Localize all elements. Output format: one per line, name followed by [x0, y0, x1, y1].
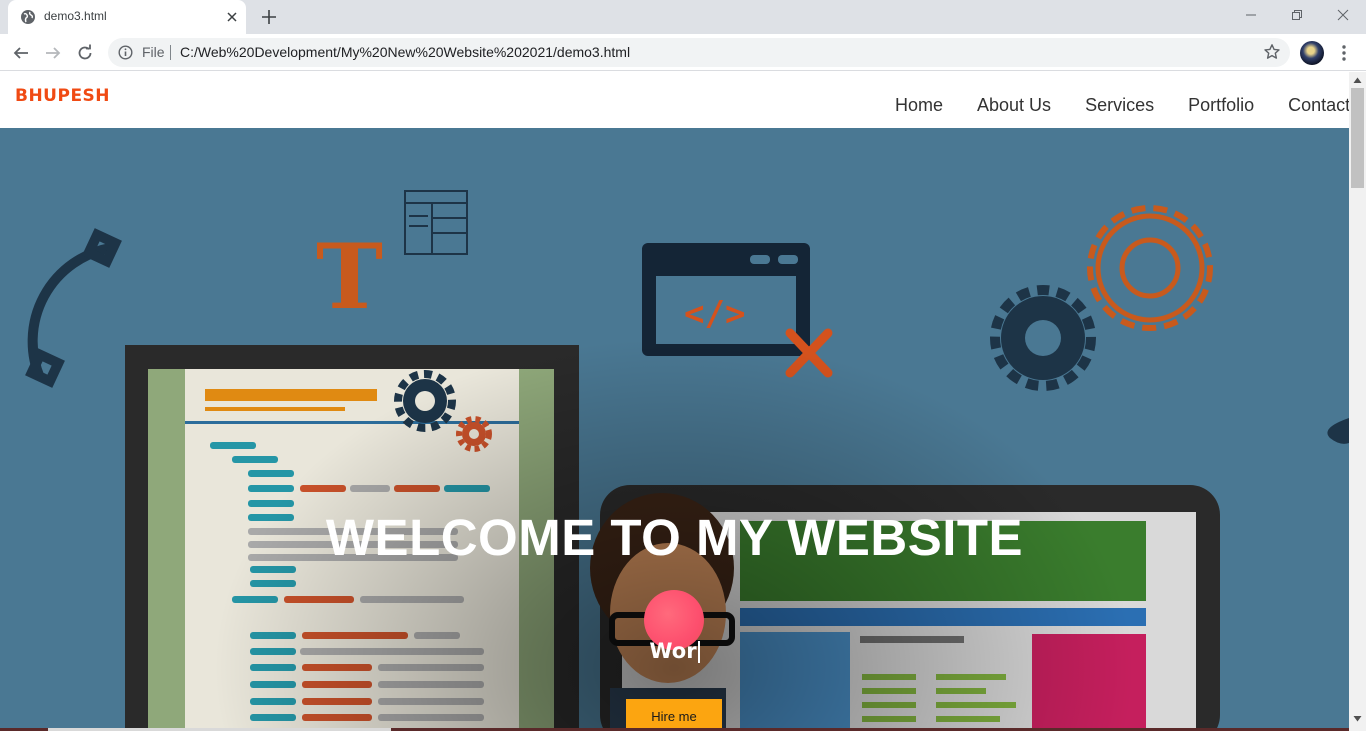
profile-avatar[interactable]	[1300, 41, 1324, 65]
globe-icon	[21, 10, 35, 24]
page-viewport: BHUPESH Home About Us Services Portfolio…	[0, 72, 1349, 731]
restore-icon	[1292, 10, 1302, 20]
forward-button[interactable]	[42, 42, 64, 64]
star-icon[interactable]	[1263, 43, 1281, 61]
reload-icon	[78, 44, 92, 60]
site-logo[interactable]: BHUPESH	[15, 86, 110, 106]
plus-icon[interactable]	[260, 8, 278, 26]
scrollbar-thumb[interactable]	[1351, 88, 1364, 188]
close-icon[interactable]	[224, 9, 240, 25]
text-cursor	[697, 641, 700, 663]
window-close-button[interactable]	[1320, 0, 1366, 30]
info-icon[interactable]	[118, 45, 133, 60]
minimize-button[interactable]	[1228, 0, 1274, 30]
kebab-icon[interactable]	[1336, 43, 1352, 63]
hero-title: WELCOME TO MY WEBSITE	[325, 509, 1024, 566]
back-button[interactable]	[10, 42, 32, 64]
nav-item-services[interactable]: Services	[1085, 95, 1154, 116]
reload-button[interactable]	[74, 42, 96, 64]
typed-text: Wor	[0, 639, 1349, 663]
tab-strip: demo3.html	[0, 0, 1366, 34]
browser-toolbar: File C:/Web%20Development/My%20New%20Web…	[0, 34, 1366, 71]
nav-item-home[interactable]: Home	[895, 95, 943, 116]
page-scrollbar[interactable]	[1349, 72, 1366, 731]
minimize-icon	[1246, 14, 1256, 16]
nav-item-about[interactable]: About Us	[977, 95, 1051, 116]
address-bar[interactable]: File C:/Web%20Development/My%20New%20Web…	[108, 38, 1290, 67]
typed-text-value: Wor	[649, 639, 697, 663]
scroll-up-icon[interactable]	[1353, 76, 1362, 84]
arrow-right-icon	[46, 47, 61, 59]
hero-section: T </>	[0, 128, 1349, 731]
tab-title: demo3.html	[44, 9, 107, 23]
nav-item-portfolio[interactable]: Portfolio	[1188, 95, 1254, 116]
main-nav: Home About Us Services Portfolio Contact	[878, 95, 1349, 116]
nav-item-contact[interactable]: Contact	[1288, 95, 1349, 116]
close-icon	[1337, 9, 1349, 21]
scroll-down-icon[interactable]	[1353, 715, 1362, 723]
hire-me-button[interactable]: Hire me	[626, 699, 722, 731]
url-text[interactable]: C:/Web%20Development/My%20New%20Website%…	[180, 44, 630, 60]
scheme-label: File	[142, 44, 165, 60]
site-header: BHUPESH Home About Us Services Portfolio…	[0, 72, 1349, 128]
restore-button[interactable]	[1274, 0, 1320, 30]
arrow-left-icon	[13, 47, 28, 59]
scheme-divider	[170, 45, 171, 60]
browser-tab[interactable]: demo3.html	[8, 0, 246, 34]
